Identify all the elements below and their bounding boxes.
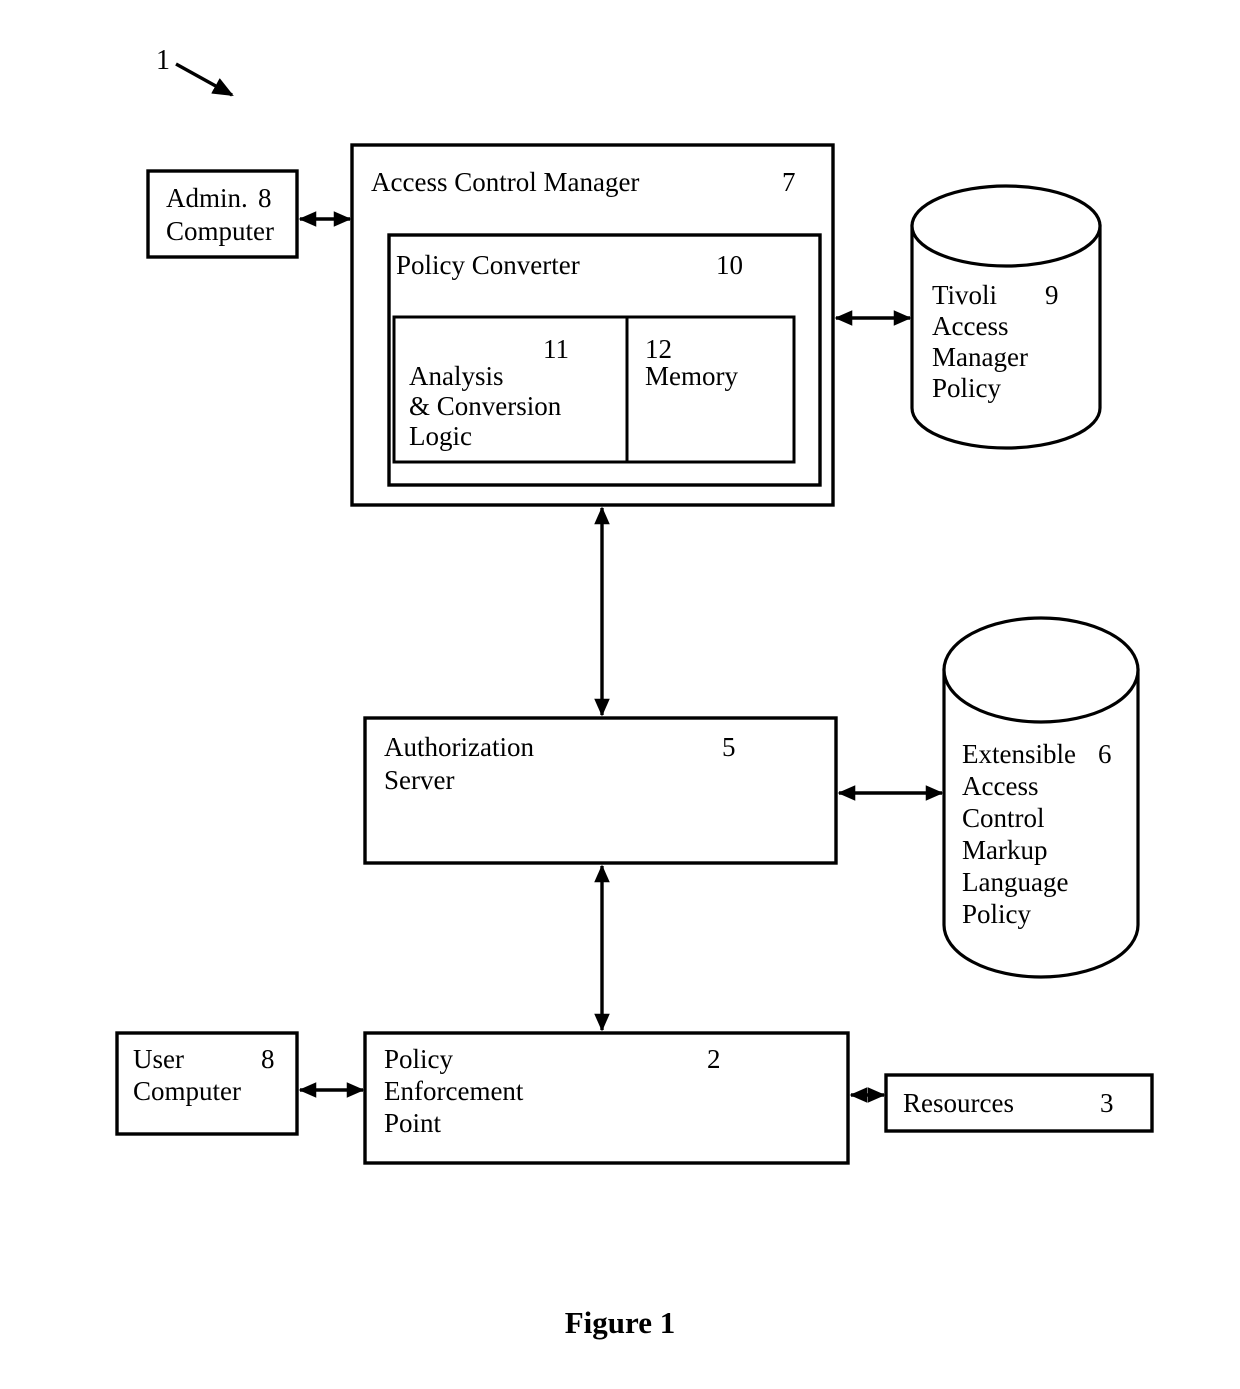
admin-computer-label-line2: Computer xyxy=(166,216,274,246)
patent-figure-1: 1 Admin. 8 Computer Access Control Manag… xyxy=(0,0,1240,1389)
user-computer-line1: User xyxy=(133,1044,184,1074)
user-computer-line2: Computer xyxy=(133,1076,241,1106)
tivoli-policy-ref: 9 xyxy=(1045,280,1059,310)
admin-computer-label-line1: Admin. xyxy=(166,183,248,213)
xacml-policy-line5: Language xyxy=(962,867,1069,897)
resources-ref: 3 xyxy=(1100,1088,1114,1118)
xacml-policy-line3: Control xyxy=(962,803,1045,833)
admin-computer-ref: 8 xyxy=(258,183,272,213)
figure-caption: Figure 1 xyxy=(564,1305,676,1340)
xacml-policy-line2: Access xyxy=(962,771,1039,801)
xacml-policy-line6: Policy xyxy=(962,899,1032,929)
policy-enforcement-point-line2: Enforcement xyxy=(384,1076,524,1106)
policy-converter-title: Policy Converter xyxy=(396,250,580,280)
access-control-manager-ref: 7 xyxy=(782,167,796,197)
policy-enforcement-point-ref: 2 xyxy=(707,1044,721,1074)
xacml-policy-ref: 6 xyxy=(1098,739,1112,769)
analysis-conversion-logic-line3: Logic xyxy=(409,421,472,451)
policy-converter-ref: 10 xyxy=(716,250,743,280)
analysis-conversion-logic-line1: Analysis xyxy=(409,361,504,391)
analysis-conversion-logic-ref: 11 xyxy=(543,334,569,364)
authorization-server-ref: 5 xyxy=(722,732,736,762)
authorization-server-line2: Server xyxy=(384,765,455,795)
access-control-manager-title: Access Control Manager xyxy=(371,167,640,197)
tivoli-policy-line2: Access xyxy=(932,311,1009,341)
tivoli-policy-line3: Manager xyxy=(932,342,1028,372)
tivoli-policy-line4: Policy xyxy=(932,373,1002,403)
policy-enforcement-point-line3: Point xyxy=(384,1108,442,1138)
xacml-policy-line1: Extensible xyxy=(962,739,1076,769)
user-computer-ref: 8 xyxy=(261,1044,275,1074)
tivoli-policy-line1: Tivoli xyxy=(932,280,998,310)
memory-title: Memory xyxy=(645,361,738,391)
policy-enforcement-point-line1: Policy xyxy=(384,1044,454,1074)
resources-title: Resources xyxy=(903,1088,1014,1118)
xacml-policy-line4: Markup xyxy=(962,835,1048,865)
system-reference-numeral: 1 xyxy=(156,45,170,76)
analysis-conversion-logic-line2: & Conversion xyxy=(409,391,562,421)
system-lead-arrow xyxy=(175,62,234,97)
authorization-server-line1: Authorization xyxy=(384,732,534,762)
